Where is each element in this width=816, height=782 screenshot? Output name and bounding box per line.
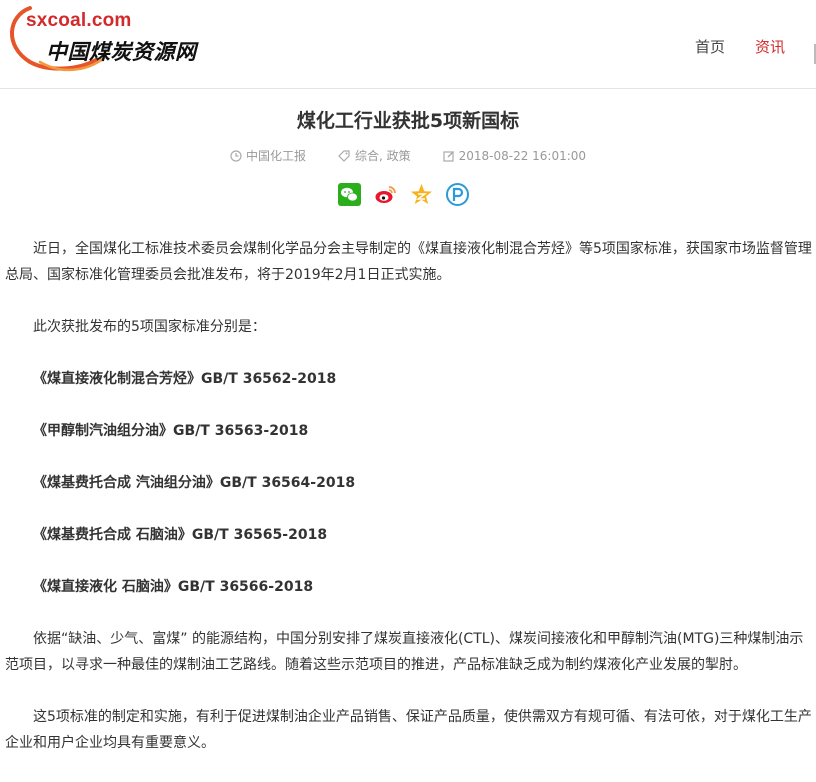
meta-tags: 综合, 政策	[338, 147, 411, 164]
meta-date: 2018-08-22 16:01:00	[442, 147, 587, 164]
paragraph-list-intro: 此次获批发布的5项国家标准分别是：	[33, 319, 266, 335]
article-title: 煤化工行业获批5项新国标	[296, 110, 520, 132]
weibo-icon[interactable]	[374, 183, 397, 206]
nav-home-link[interactable]: 首页	[695, 36, 725, 57]
tag-icon	[338, 149, 350, 162]
douban-icon[interactable]	[446, 183, 469, 206]
logo-domain-text: sxcoal.com	[26, 10, 132, 31]
standard-item: 《煤直接液化 石脑油》GB/T 36566-2018	[33, 579, 314, 595]
site-header: sxcoal.com 中国煤炭资源网 首页 资讯	[0, 0, 816, 89]
standard-item: 《煤直接液化制混合芳烃》GB/T 36562-2018	[33, 371, 337, 387]
wechat-icon[interactable]	[338, 183, 361, 206]
article-meta: 中国化工报 综合, 政策 2018-08-22 16:01:00	[0, 147, 816, 164]
paragraph-significance: 这5项标准的制定和实施，有利于促进煤制油企业产品销售、保证产品质量，使供需双方有…	[5, 709, 812, 751]
paragraph-intro: 近日，全国煤化工标准技术委员会煤制化学品分会主导制定的《煤直接液化制混合芳烃》等…	[5, 241, 812, 283]
logo-name-text: 中国煤炭资源网	[46, 39, 197, 64]
qzone-icon[interactable]	[410, 183, 433, 206]
standard-item: 《煤基费托合成 石脑油》GB/T 36565-2018	[33, 527, 328, 543]
standard-item: 《甲醇制汽油组分油》GB/T 36563-2018	[33, 423, 309, 439]
article-body: 近日，全国煤化工标准技术委员会煤制化学品分会主导制定的《煤直接液化制混合芳烃》等…	[5, 236, 816, 782]
share-bar	[338, 183, 469, 206]
meta-source-text: 中国化工报	[245, 149, 306, 163]
standard-item: 《煤基费托合成 汽油组分油》GB/T 36564-2018	[33, 475, 356, 491]
meta-source: 中国化工报	[230, 147, 306, 164]
main-nav: 首页 资讯	[695, 36, 785, 57]
clock-icon	[230, 149, 242, 162]
site-logo[interactable]: sxcoal.com 中国煤炭资源网	[0, 0, 200, 84]
meta-tags-text[interactable]: 综合, 政策	[355, 147, 411, 164]
edit-icon	[442, 150, 454, 162]
paragraph-background: 依据“缺油、少气、富煤” 的能源结构，中国分别安排了煤炭直接液化(CTL)、煤炭…	[5, 631, 804, 673]
nav-news-link[interactable]: 资讯	[755, 36, 785, 57]
meta-date-text: 2018-08-22 16:01:00	[458, 148, 587, 163]
